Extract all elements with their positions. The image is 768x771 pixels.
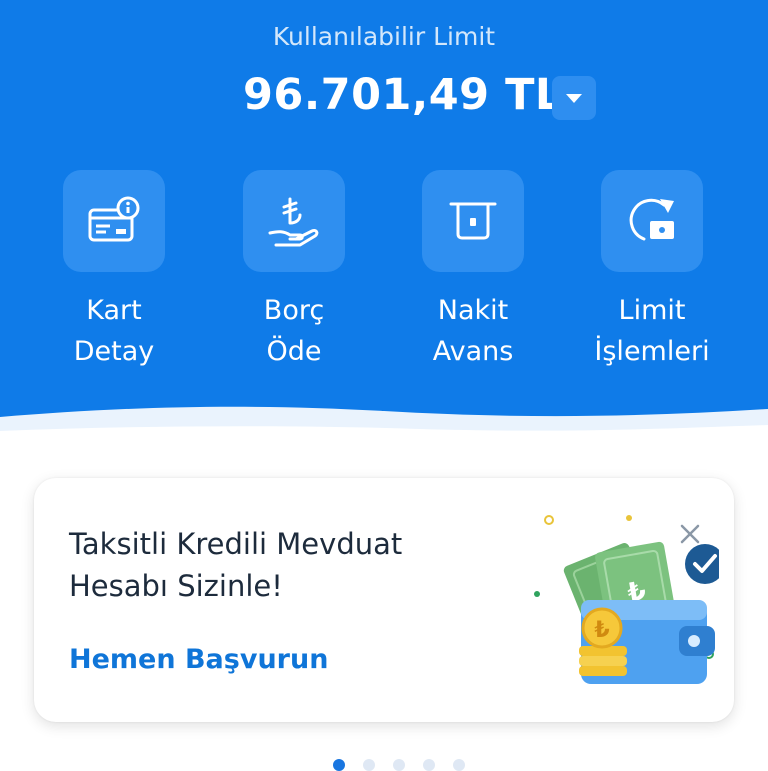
limit-operations-action[interactable]: Limit İşlemleri (562, 170, 742, 380)
promo-title: Taksitli Kredili Mevduat Hesabı Sizinle! (69, 527, 403, 603)
card-detail-label: Kart Detay (73, 295, 155, 367)
pager-dot-5[interactable] (453, 759, 465, 771)
pager-dot-2[interactable] (363, 759, 375, 771)
limit-operations-label: Limit İşlemleri (594, 295, 710, 367)
pager-dot-4[interactable] (423, 759, 435, 771)
pager-dot-3[interactable] (393, 759, 405, 771)
svg-text:₺: ₺ (594, 618, 609, 643)
available-limit-amount: 96.701,49 TL (243, 70, 563, 120)
atm-cash-icon (449, 202, 497, 240)
wallet-money-illustration: ₺ ₺ (534, 515, 719, 684)
limit-header: Kullanılabilir Limit 96.701,49 TL Kart D… (0, 0, 768, 450)
header-wave (0, 406, 768, 450)
pager-dot-1[interactable] (333, 759, 345, 771)
available-limit-label: Kullanılabilir Limit (272, 22, 496, 51)
pay-debt-label: Borç Öde (263, 295, 325, 367)
limit-operations-tile[interactable] (601, 170, 703, 272)
card-detail-tile[interactable] (63, 170, 165, 272)
pay-debt-action[interactable]: Borç Öde (204, 170, 384, 380)
limit-refresh-icon (629, 198, 674, 241)
apply-now-link[interactable]: Hemen Başvurun (69, 644, 328, 675)
pay-debt-tile[interactable] (243, 170, 345, 272)
lira-hand-icon (268, 197, 319, 247)
card-info-icon (88, 196, 140, 242)
limit-dropdown-button[interactable] (552, 76, 596, 120)
card-detail-action[interactable]: Kart Detay (24, 170, 204, 380)
cash-advance-tile[interactable] (422, 170, 524, 272)
caret-down-icon (566, 94, 582, 103)
promo-card[interactable]: Taksitli Kredili Mevduat Hesabı Sizinle!… (34, 478, 734, 722)
cash-advance-label: Nakit Avans (432, 295, 514, 367)
carousel-pager (0, 756, 768, 771)
cash-advance-action[interactable]: Nakit Avans (383, 170, 563, 380)
